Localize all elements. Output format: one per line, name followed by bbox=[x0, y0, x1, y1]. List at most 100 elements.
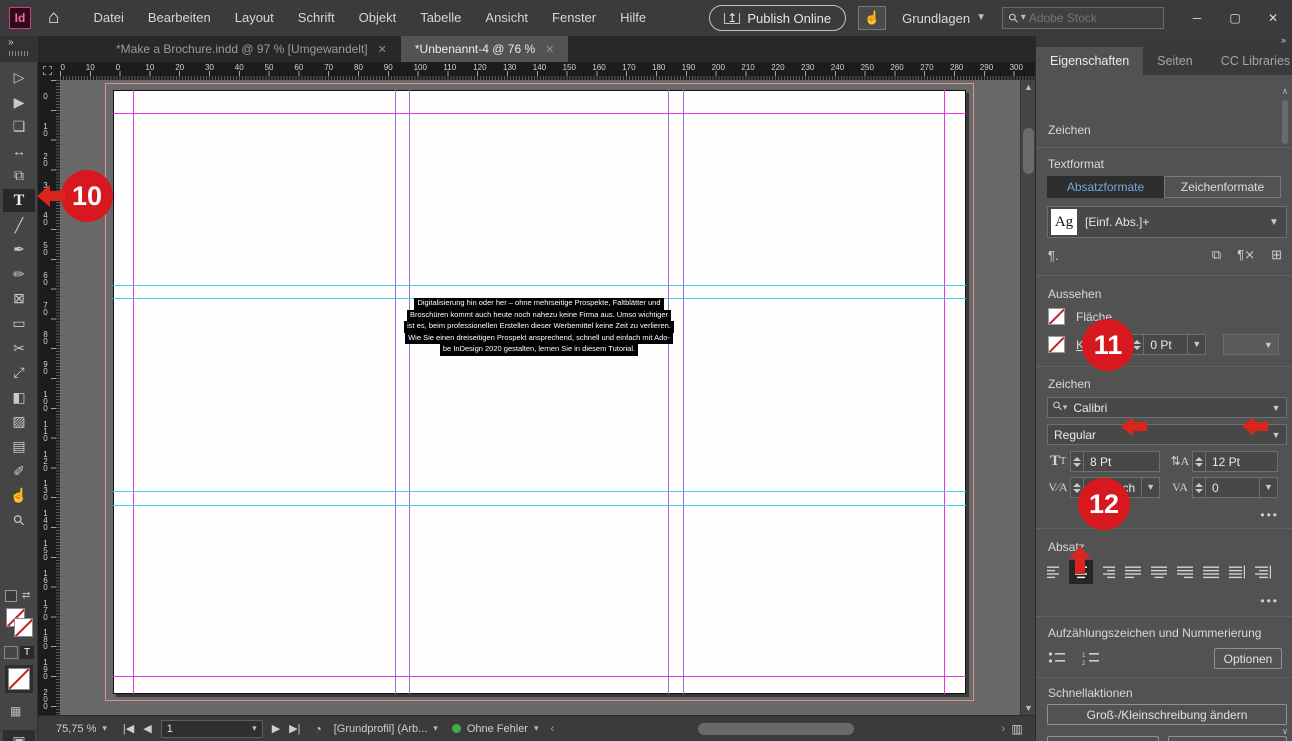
gradient-tool[interactable]: ◧ bbox=[3, 386, 35, 409]
close-button[interactable]: ✕ bbox=[1254, 3, 1292, 33]
stroke-type-dropdown[interactable]: ▼ bbox=[1223, 334, 1279, 355]
menu-schrift[interactable]: Schrift bbox=[286, 0, 347, 36]
leading-field[interactable]: 12 Pt bbox=[1192, 451, 1278, 472]
minimize-button[interactable]: ─ bbox=[1178, 3, 1216, 33]
first-page-button[interactable]: |◀ bbox=[123, 722, 134, 735]
direct-selection-tool[interactable]: ▶ bbox=[3, 91, 35, 114]
horizontal-ruler[interactable]: 2010010203040506070809010011012013014015… bbox=[60, 62, 1035, 80]
document-tab-1[interactable]: *Make a Brochure.indd @ 97 % [Umgewandel… bbox=[38, 36, 401, 62]
bullet-list-icon[interactable] bbox=[1048, 651, 1066, 666]
search-input[interactable] bbox=[1029, 11, 1139, 25]
scroll-down-icon[interactable]: ▼ bbox=[1021, 703, 1035, 713]
absatzformate-button[interactable]: Absatzformate bbox=[1047, 176, 1164, 198]
align-left-button[interactable] bbox=[1046, 563, 1064, 581]
horizontal-scroll-thumb[interactable] bbox=[698, 723, 854, 735]
touch-workspace-button[interactable]: ☝ bbox=[858, 6, 886, 30]
numbered-list-icon[interactable]: 12 bbox=[1082, 651, 1100, 666]
stroke-swatch[interactable] bbox=[14, 618, 33, 637]
close-tab-icon[interactable]: ✕ bbox=[545, 43, 554, 56]
justify-last-center-button[interactable] bbox=[1150, 563, 1168, 581]
horizontal-scrollbar[interactable] bbox=[564, 722, 997, 736]
ruler-guide-cyan[interactable] bbox=[113, 505, 966, 506]
panel-tab-cc-libraries[interactable]: CC Libraries bbox=[1207, 47, 1292, 75]
workspace-switcher[interactable]: Grundlagen ▼ bbox=[902, 11, 986, 26]
zoom-level-dropdown[interactable]: 75,75 %▾ bbox=[56, 723, 107, 735]
menu-tabelle[interactable]: Tabelle bbox=[408, 0, 473, 36]
paragraph-mark-icon[interactable]: ¶. bbox=[1048, 248, 1059, 263]
last-page-button[interactable]: ▶| bbox=[289, 722, 300, 735]
menu-layout[interactable]: Layout bbox=[223, 0, 286, 36]
default-fill-stroke-icon[interactable] bbox=[5, 590, 17, 602]
page-tool[interactable]: ❏ bbox=[3, 115, 35, 138]
formatting-affects-text-toggle[interactable]: T bbox=[20, 646, 34, 659]
insert-footnote-button[interactable]: Fußnote einfügen bbox=[1168, 736, 1287, 741]
pencil-tool[interactable]: ✏ bbox=[3, 263, 35, 286]
stepper-icon[interactable] bbox=[1071, 452, 1084, 471]
paragraph-style-dropdown[interactable]: Ag [Einf. Abs.]+ ▼ bbox=[1047, 206, 1287, 238]
justify-last-right-button[interactable] bbox=[1176, 563, 1194, 581]
stepper-icon[interactable] bbox=[1193, 478, 1206, 497]
scroll-up-icon[interactable]: ∧ bbox=[1280, 86, 1290, 97]
panel-tab-eigenschaften[interactable]: Eigenschaften bbox=[1036, 47, 1143, 75]
frame-tool[interactable]: ⊠ bbox=[3, 287, 35, 310]
zeichenformate-button[interactable]: Zeichenformate bbox=[1164, 176, 1281, 198]
scroll-up-icon[interactable]: ▲ bbox=[1021, 82, 1035, 92]
panel-scroll-thumb[interactable] bbox=[1282, 100, 1288, 144]
ruler-origin-box[interactable] bbox=[38, 62, 60, 80]
split-view-icon[interactable]: ▥ bbox=[1005, 722, 1029, 736]
document-tab-2[interactable]: *Unbenannt-4 @ 76 %✕ bbox=[401, 36, 568, 62]
menu-fenster[interactable]: Fenster bbox=[540, 0, 608, 36]
adobe-stock-search[interactable]: ⚲ ▾ bbox=[1002, 7, 1164, 29]
align-away-from-spine-button[interactable] bbox=[1254, 563, 1272, 581]
pen-tool[interactable]: ✒ bbox=[3, 238, 35, 261]
page[interactable] bbox=[113, 90, 966, 694]
stepper-icon[interactable] bbox=[1193, 452, 1206, 471]
font-size-field[interactable]: 8 Pt bbox=[1070, 451, 1160, 472]
more-options-icon[interactable]: ••• bbox=[1260, 508, 1279, 522]
toolbar-grip[interactable] bbox=[9, 51, 29, 56]
apply-none-button[interactable] bbox=[8, 668, 30, 690]
tracking-dropdown[interactable]: 0 ▼ bbox=[1192, 477, 1278, 498]
selection-tool[interactable]: ▷ bbox=[3, 66, 35, 89]
home-icon[interactable]: ⌂ bbox=[48, 7, 59, 29]
align-right-button[interactable] bbox=[1098, 563, 1116, 581]
formatting-affects-container-toggle[interactable] bbox=[4, 646, 18, 659]
next-page-button[interactable]: ▶ bbox=[272, 722, 280, 735]
change-case-button[interactable]: Groß-/Kleinschreibung ändern bbox=[1047, 704, 1287, 725]
stroke-color-swatch[interactable] bbox=[1048, 336, 1065, 353]
vertical-scroll-thumb[interactable] bbox=[1023, 128, 1034, 174]
ruler-guide-cyan[interactable] bbox=[113, 285, 966, 286]
menu-datei[interactable]: Datei bbox=[81, 0, 135, 36]
redefine-style-icon[interactable]: ⧉ bbox=[1212, 247, 1221, 263]
panel-scrollbar[interactable]: ∧ ∨ bbox=[1280, 86, 1290, 734]
preflight-icon[interactable]: ◔ bbox=[315, 722, 322, 736]
selected-text-frame[interactable]: Digitalisierung hin oder her – ohne mehr… bbox=[410, 298, 668, 356]
zoom-tool[interactable]: ⚲ bbox=[3, 509, 35, 532]
scissors-tool[interactable]: ✂ bbox=[3, 337, 35, 360]
eyedropper-tool[interactable]: ✐ bbox=[3, 460, 35, 483]
preflight-status[interactable]: Ohne Fehler ▾ bbox=[452, 723, 539, 735]
gap-tool[interactable]: ↔ bbox=[3, 140, 35, 163]
fill-color-swatch[interactable] bbox=[1048, 308, 1065, 325]
page-number-dropdown[interactable]: 1▾ bbox=[161, 720, 263, 738]
swap-fill-stroke-icon[interactable]: ⇄ bbox=[22, 590, 30, 601]
scroll-left-icon[interactable]: ‹ bbox=[551, 723, 555, 735]
publish-online-button[interactable]: ↥ Publish Online bbox=[709, 5, 846, 31]
vertical-ruler[interactable]: 0102030405060708090100110120130140150160… bbox=[38, 80, 60, 715]
gradient-feather-tool[interactable]: ▨ bbox=[3, 410, 35, 433]
ruler-guide-cyan[interactable] bbox=[113, 491, 966, 492]
align-toward-spine-button[interactable] bbox=[1228, 563, 1246, 581]
scroll-down-icon[interactable]: ∨ bbox=[1280, 726, 1290, 737]
menu-hilfe[interactable]: Hilfe bbox=[608, 0, 658, 36]
vertical-scrollbar[interactable]: ▲ ▼ bbox=[1020, 80, 1035, 715]
close-tab-icon[interactable]: ✕ bbox=[378, 43, 387, 56]
line-tool[interactable]: ╱ bbox=[3, 214, 35, 237]
content-collector-tool[interactable]: ⧉ bbox=[3, 164, 35, 187]
menu-bearbeiten[interactable]: Bearbeiten bbox=[136, 0, 223, 36]
menu-objekt[interactable]: Objekt bbox=[347, 0, 409, 36]
free-transform-tool[interactable]: ⤢ bbox=[3, 361, 35, 384]
screen-mode-button[interactable]: ▣ bbox=[3, 730, 35, 741]
panel-tab-seiten[interactable]: Seiten bbox=[1143, 47, 1206, 75]
new-hyperlink-button[interactable]: Neuer Hyperlink bbox=[1047, 736, 1159, 741]
document-canvas[interactable]: 2010010203040506070809010011012013014015… bbox=[38, 62, 1035, 715]
